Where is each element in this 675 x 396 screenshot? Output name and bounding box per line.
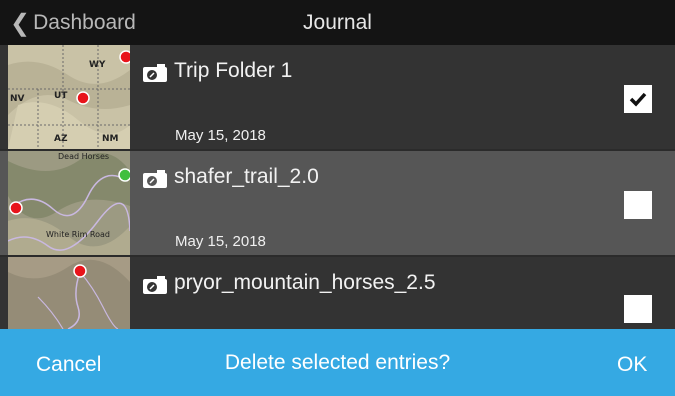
page-title: Journal [303,11,372,34]
select-checkbox[interactable] [624,85,652,113]
entry-title: Trip Folder 1 [174,59,293,82]
entry-date: May 15, 2018 [175,127,266,144]
ok-button[interactable]: OK [617,353,647,377]
camera-icon [143,170,167,188]
map-label: WY [89,60,106,70]
delete-confirm-bar: Cancel Delete selected entries? OK [0,329,675,396]
delete-prompt: Delete selected entries? [224,351,451,374]
top-bar: ❮ Dashboard Journal [0,0,675,45]
map-thumbnail [8,257,130,329]
map-label: White Rim Road [46,230,110,239]
map-label: AZ [54,134,68,144]
journal-entry-row[interactable]: WY NV UT AZ NM Trip Folder 1 May 15, 201… [0,45,675,149]
map-thumbnail: Dead Horses White Rim Road [8,151,130,255]
camera-icon [143,64,167,82]
map-thumbnail: WY NV UT AZ NM [8,45,130,149]
map-label: Dead Horses [58,152,109,161]
journal-entry-row[interactable]: Dead Horses White Rim Road shafer_trail_… [0,151,675,255]
map-label: NM [102,134,119,144]
camera-icon [143,276,167,294]
map-label: NV [10,94,25,104]
select-checkbox[interactable] [624,295,652,323]
entry-title: pryor_mountain_horses_2.5 [174,271,436,294]
entry-title: shafer_trail_2.0 [174,165,319,188]
checkmark-icon [629,92,647,107]
select-checkbox[interactable] [624,191,652,219]
entry-date: May 15, 2018 [175,233,266,250]
journal-entry-row[interactable]: pryor_mountain_horses_2.5 [0,257,675,329]
map-label: UT [54,91,68,101]
